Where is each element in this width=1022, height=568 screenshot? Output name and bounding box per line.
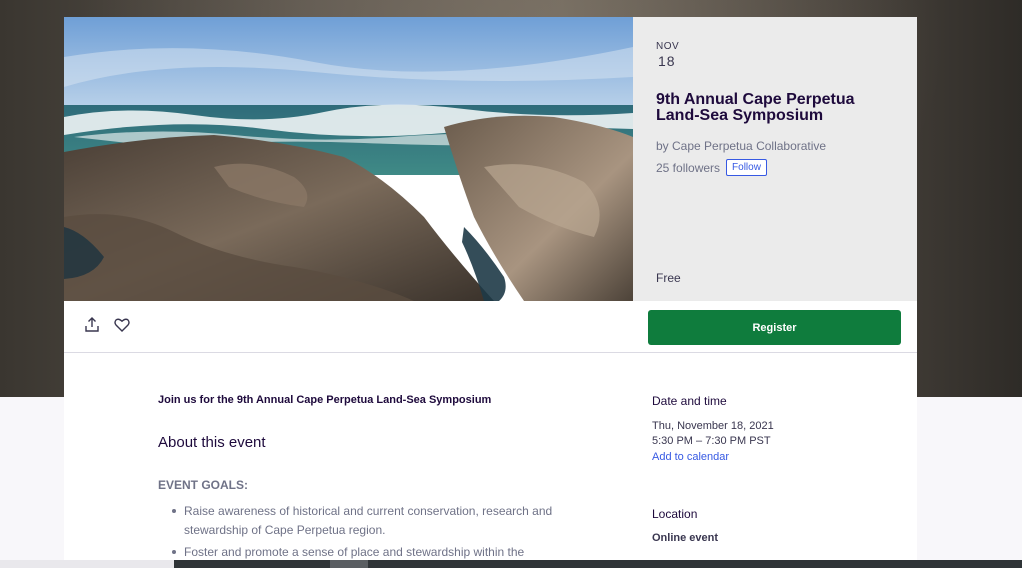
event-date: Thu, November 18, 2021 — [652, 420, 774, 432]
event-card: NOV 18 9th Annual Cape Perpetua Land-Sea… — [64, 17, 917, 568]
goals-list: Raise awareness of historical and curren… — [158, 502, 578, 565]
event-hero-image — [64, 17, 633, 301]
event-price: Free — [656, 271, 681, 285]
organizer-name[interactable]: by Cape Perpetua Collaborative — [656, 139, 826, 153]
event-time: 5:30 PM – 7:30 PM PST — [652, 435, 771, 447]
heart-icon[interactable] — [113, 316, 131, 334]
location-value: Online event — [652, 532, 719, 544]
add-to-calendar-link[interactable]: Add to calendar — [652, 451, 729, 463]
about-heading: About this event — [158, 434, 266, 451]
datetime-heading: Date and time — [652, 394, 727, 408]
register-button[interactable]: Register — [648, 310, 901, 345]
event-day: 18 — [658, 53, 676, 69]
strip-segment — [330, 560, 368, 568]
followers-row: 25 followers Follow — [656, 159, 767, 176]
event-title: 9th Annual Cape Perpetua Land-Sea Sympos… — [656, 91, 855, 124]
share-icon[interactable] — [83, 316, 101, 334]
event-info-panel: NOV 18 9th Annual Cape Perpetua Land-Sea… — [633, 17, 917, 301]
bottom-strip — [0, 560, 1022, 568]
action-bar: Register — [64, 301, 917, 353]
event-summary: Join us for the 9th Annual Cape Perpetua… — [158, 394, 492, 406]
strip-segment — [0, 560, 174, 568]
follow-button[interactable]: Follow — [726, 159, 767, 176]
follower-count: 25 followers — [656, 160, 721, 175]
location-heading: Location — [652, 507, 698, 521]
goals-heading: EVENT GOALS: — [158, 478, 249, 492]
list-item: Raise awareness of historical and curren… — [158, 502, 578, 540]
event-month: NOV — [656, 41, 680, 52]
rocky-coastline-photo — [64, 17, 633, 301]
